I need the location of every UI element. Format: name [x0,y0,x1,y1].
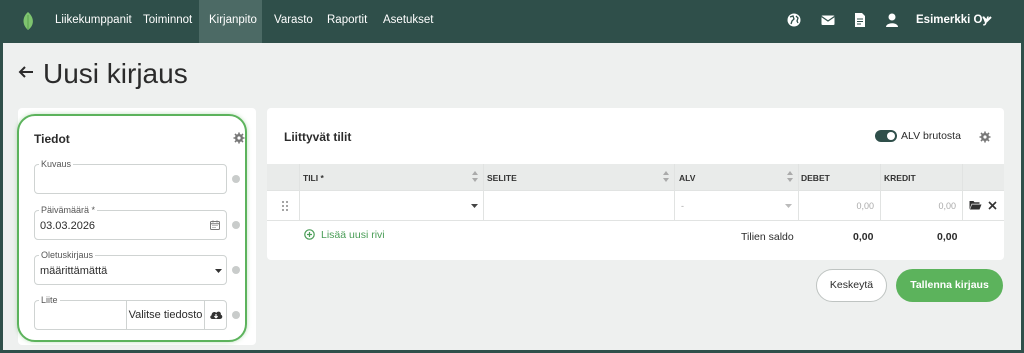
default-entry-select[interactable]: Oletuskirjaus määrittämättä [34,249,227,285]
choose-file-button[interactable]: Valitse tiedosto [126,301,204,329]
top-navbar: Liikekumppanit Toiminnot Kirjanpito Vara… [3,0,1021,43]
company-name[interactable]: Esimerkki Oy [916,0,989,43]
info-icon[interactable] [232,221,240,229]
drag-handle-icon[interactable] [281,200,289,212]
column-header-vat[interactable]: ALV [679,173,695,183]
column-header-description[interactable]: SELITE [487,173,517,183]
info-icon[interactable] [232,311,240,319]
save-entry-button[interactable]: Tallenna kirjaus [896,269,1003,302]
nav-item-liikekumppanit[interactable]: Liikekumppanit [45,0,142,43]
user-icon[interactable] [883,11,901,29]
description-input[interactable] [484,191,674,220]
accounts-card-title: Liittyvät tilit [284,130,352,144]
credit-input[interactable]: 0,00 [881,191,962,220]
default-entry-value: määrittämättä [40,265,108,277]
date-field[interactable]: Päivämäärä * 03.03.2026 [34,204,227,240]
caret-down-icon[interactable] [215,269,222,273]
vat-gross-toggle[interactable] [875,130,897,142]
back-arrow-icon[interactable] [17,64,35,80]
account-select[interactable] [300,191,483,220]
caret-down-icon [785,204,792,208]
plus-circle-icon [304,229,315,240]
sort-icon[interactable] [663,171,669,182]
nav-item-kirjanpito[interactable]: Kirjanpito [199,0,262,43]
vat-value: - [681,201,684,211]
attachment-label: Liite [39,294,60,306]
date-value: 03.03.2026 [40,220,96,232]
nav-item-toiminnot[interactable]: Toiminnot [133,0,202,43]
debit-value: 0,00 [856,201,874,211]
chevron-down-icon[interactable] [981,14,993,24]
vat-gross-label: ALV brutosta [901,130,961,142]
cloud-download-icon [210,311,223,319]
vat-select[interactable]: - [675,191,798,220]
nav-item-raportit[interactable]: Raportit [317,0,377,43]
caret-down-icon [471,204,478,208]
globe-icon[interactable] [785,11,803,29]
balance-debit: 0,00 [853,231,874,243]
mail-icon[interactable] [819,11,837,29]
description-label: Kuvaus [39,158,74,170]
close-icon[interactable] [988,201,997,210]
add-row-label: Lisää uusi rivi [321,229,385,241]
gear-icon[interactable] [233,132,245,144]
leaf-logo-icon[interactable] [21,11,35,31]
column-separator [962,164,963,220]
sort-icon[interactable] [472,171,478,182]
column-header-account[interactable]: TILI * [303,173,324,183]
calendar-icon[interactable] [210,220,220,230]
app-frame: Liikekumppanit Toiminnot Kirjanpito Vara… [3,0,1021,350]
nav-item-asetukset[interactable]: Asetukset [373,0,444,43]
balance-label: Tilien saldo [741,231,794,243]
credit-value: 0,00 [938,201,956,211]
cancel-button[interactable]: Keskeytä [816,269,887,302]
gear-icon[interactable] [979,131,991,143]
folder-open-icon[interactable] [969,200,982,210]
balance-credit: 0,00 [937,231,958,243]
page-title: Uusi kirjaus [43,58,188,89]
document-icon[interactable] [851,11,869,29]
date-label: Päivämäärä * [39,204,98,216]
info-icon[interactable] [232,175,240,183]
column-header-credit[interactable]: KREDIT [884,173,916,183]
debit-input[interactable]: 0,00 [799,191,880,220]
row-divider [267,220,1004,221]
nav-item-varasto[interactable]: Varasto [264,0,323,43]
info-icon[interactable] [232,266,240,274]
add-row-button[interactable]: Lisää uusi rivi [304,229,385,241]
sort-icon[interactable] [787,171,793,182]
default-entry-label: Oletuskirjaus [39,249,96,261]
upload-button[interactable] [204,301,226,329]
column-header-debit[interactable]: DEBET [801,173,830,183]
details-card-title: Tiedot [34,132,70,146]
toggle-knob [887,132,895,140]
description-field[interactable]: Kuvaus [34,158,227,194]
attachment-field[interactable]: Liite Valitse tiedosto [34,294,227,330]
accounts-table-header: TILI * SELITE ALV DEBET KREDIT [267,164,1004,190]
